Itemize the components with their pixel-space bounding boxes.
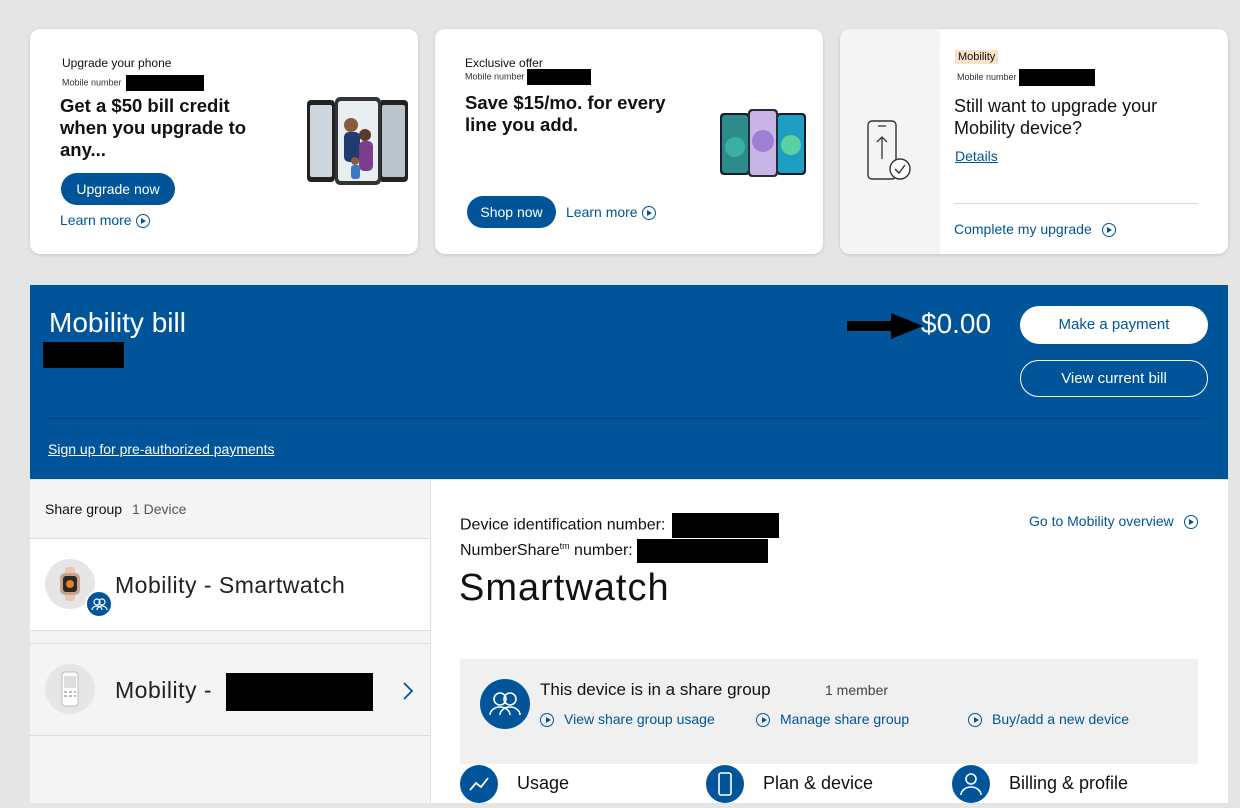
manage-share-group-link[interactable]: Manage share group [756,711,909,728]
offer-card-exclusive: Exclusive offer Mobile number Save $15/m… [435,29,823,254]
view-current-bill-button[interactable]: View current bill [1020,360,1208,397]
chevron-right-icon[interactable] [402,681,414,701]
learn-more-link[interactable]: Learn more [566,204,656,221]
mobility-overview-link[interactable]: Go to Mobility overview [1029,513,1198,530]
share-group-title: This device is in a share group [540,680,771,699]
profile-icon [952,765,990,803]
play-circle-icon [641,206,656,221]
offer-headline: Get a $50 bill credit when you upgrade t… [60,95,247,160]
view-share-group-usage-link[interactable]: View share group usage [540,711,715,728]
preauthorized-payments-link[interactable]: Sign up for pre-authorized payments [48,441,274,457]
share-group-icon [85,590,113,618]
mobile-number-label: Mobile number [957,69,1096,86]
phone-icon [706,765,744,803]
divider [954,203,1198,204]
bill-amount: $0.00 [921,308,992,339]
shop-now-button[interactable]: Shop now [467,196,556,228]
tab-label: Usage [517,773,570,793]
device-title: Smartwatch [459,567,670,609]
mobility-badge: Mobility [955,50,999,64]
redacted-mobile-number [527,69,592,85]
redacted-account-number [43,342,124,368]
device-details: Device identification number: NumberShar… [431,480,1228,803]
tab-plan-device[interactable]: Plan & device [706,765,926,805]
play-circle-icon [968,713,982,728]
tab-label: Plan & device [763,773,874,793]
device-id-row: Device identification number: [460,513,779,538]
share-group-box: This device is in a share group 1 member… [460,659,1198,764]
numbershare-row: NumberSharetm number: [460,539,769,563]
device-avatar [45,664,95,714]
tab-label: Billing & profile [1009,773,1129,793]
play-circle-icon [540,713,554,728]
offer-card-upgrade: Upgrade your phone Mobile number Get a $… [30,29,418,254]
mobile-number-label: Mobile number [62,75,205,91]
mobile-number-label: Mobile number [465,69,592,85]
tab-billing-profile[interactable]: Billing & profile [952,765,1192,805]
make-payment-button[interactable]: Make a payment [1020,306,1208,344]
play-circle-icon [135,214,150,229]
play-circle-icon [1101,223,1116,238]
offer-headline: Save $15/mo. for every line you add. [465,92,666,135]
redacted-mobile-number [1019,69,1096,86]
member-count: 1 member [825,682,889,698]
offer-card-mobility-upgrade: Mobility Mobile number Still want to upg… [840,29,1228,254]
offer-eyebrow: Exclusive offer [465,56,543,70]
divider [48,418,1208,419]
sidebar-item-label: Mobility - Smartwatch [115,572,346,598]
share-group-header: Share group 1 Device [45,501,187,517]
play-circle-icon [1183,515,1198,530]
upgrade-now-button[interactable]: Upgrade now [61,173,175,205]
details-link[interactable]: Details [955,148,998,164]
redacted-numbershare-number [637,539,769,563]
arrow-icon [847,313,923,339]
usage-chart-icon [460,765,498,803]
sidebar-item-mobility[interactable]: Mobility - [30,643,430,736]
play-circle-icon [756,713,770,728]
redacted-device-id [671,513,779,538]
sidebar-item-label: Mobility - [115,677,213,703]
share-group-icon [480,679,530,729]
phone-upgrade-icon [867,120,911,180]
sidebar-item-smartwatch[interactable]: Mobility - Smartwatch [30,538,430,631]
offer-eyebrow: Upgrade your phone [62,56,172,70]
offer-headline: Still want to upgrade your Mobility devi… [954,96,1158,138]
device-sidebar: Share group 1 Device Mobility - Smartwat… [30,480,431,803]
bill-title: Mobility bill [49,307,186,338]
tab-usage[interactable]: Usage [460,765,660,805]
buy-add-device-link[interactable]: Buy/add a new device [968,711,1129,728]
redacted-mobile-number [126,75,205,91]
mobility-bill-banner: Mobility bill $0.00 Make a payment View … [30,285,1228,479]
phones-image [307,97,408,185]
learn-more-link[interactable]: Learn more [60,212,150,229]
redacted-device-name [226,673,373,711]
phones-image [720,109,806,177]
complete-upgrade-link[interactable]: Complete my upgrade [954,221,1116,238]
phone-icon [61,671,79,707]
